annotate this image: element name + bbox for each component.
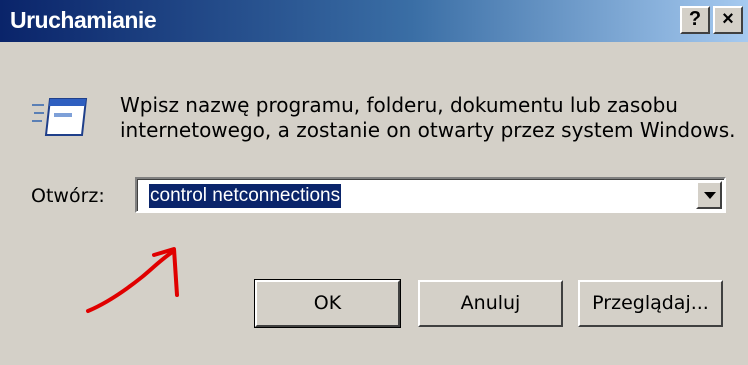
ok-button[interactable]: OK [254,279,401,328]
run-dialog: Uruchamianie ? × Wpisz nazwę programu, f… [0,0,748,365]
open-combobox[interactable]: control netconnections [135,177,726,213]
open-label: Otwórz: [31,185,105,207]
hand-drawn-red-arrow-icon [82,243,192,322]
browse-button[interactable]: Przeglądaj... [578,280,723,327]
cancel-button[interactable]: Anuluj [418,280,563,327]
run-program-icon [30,95,90,143]
window-title: Uruchamianie [10,7,157,33]
help-button[interactable]: ? [680,6,710,34]
title-bar[interactable]: Uruchamianie ? × [0,0,748,42]
description: Wpisz nazwę programu, folderu, dokumentu… [120,93,740,143]
close-button[interactable]: × [713,6,743,34]
dropdown-arrow-button[interactable] [696,181,722,209]
open-input[interactable]: control netconnections [149,184,342,208]
description-line-2: internetowego, a zostanie on otwarty prz… [120,118,736,142]
description-line-1: Wpisz nazwę programu, folderu, dokumentu… [120,93,678,117]
